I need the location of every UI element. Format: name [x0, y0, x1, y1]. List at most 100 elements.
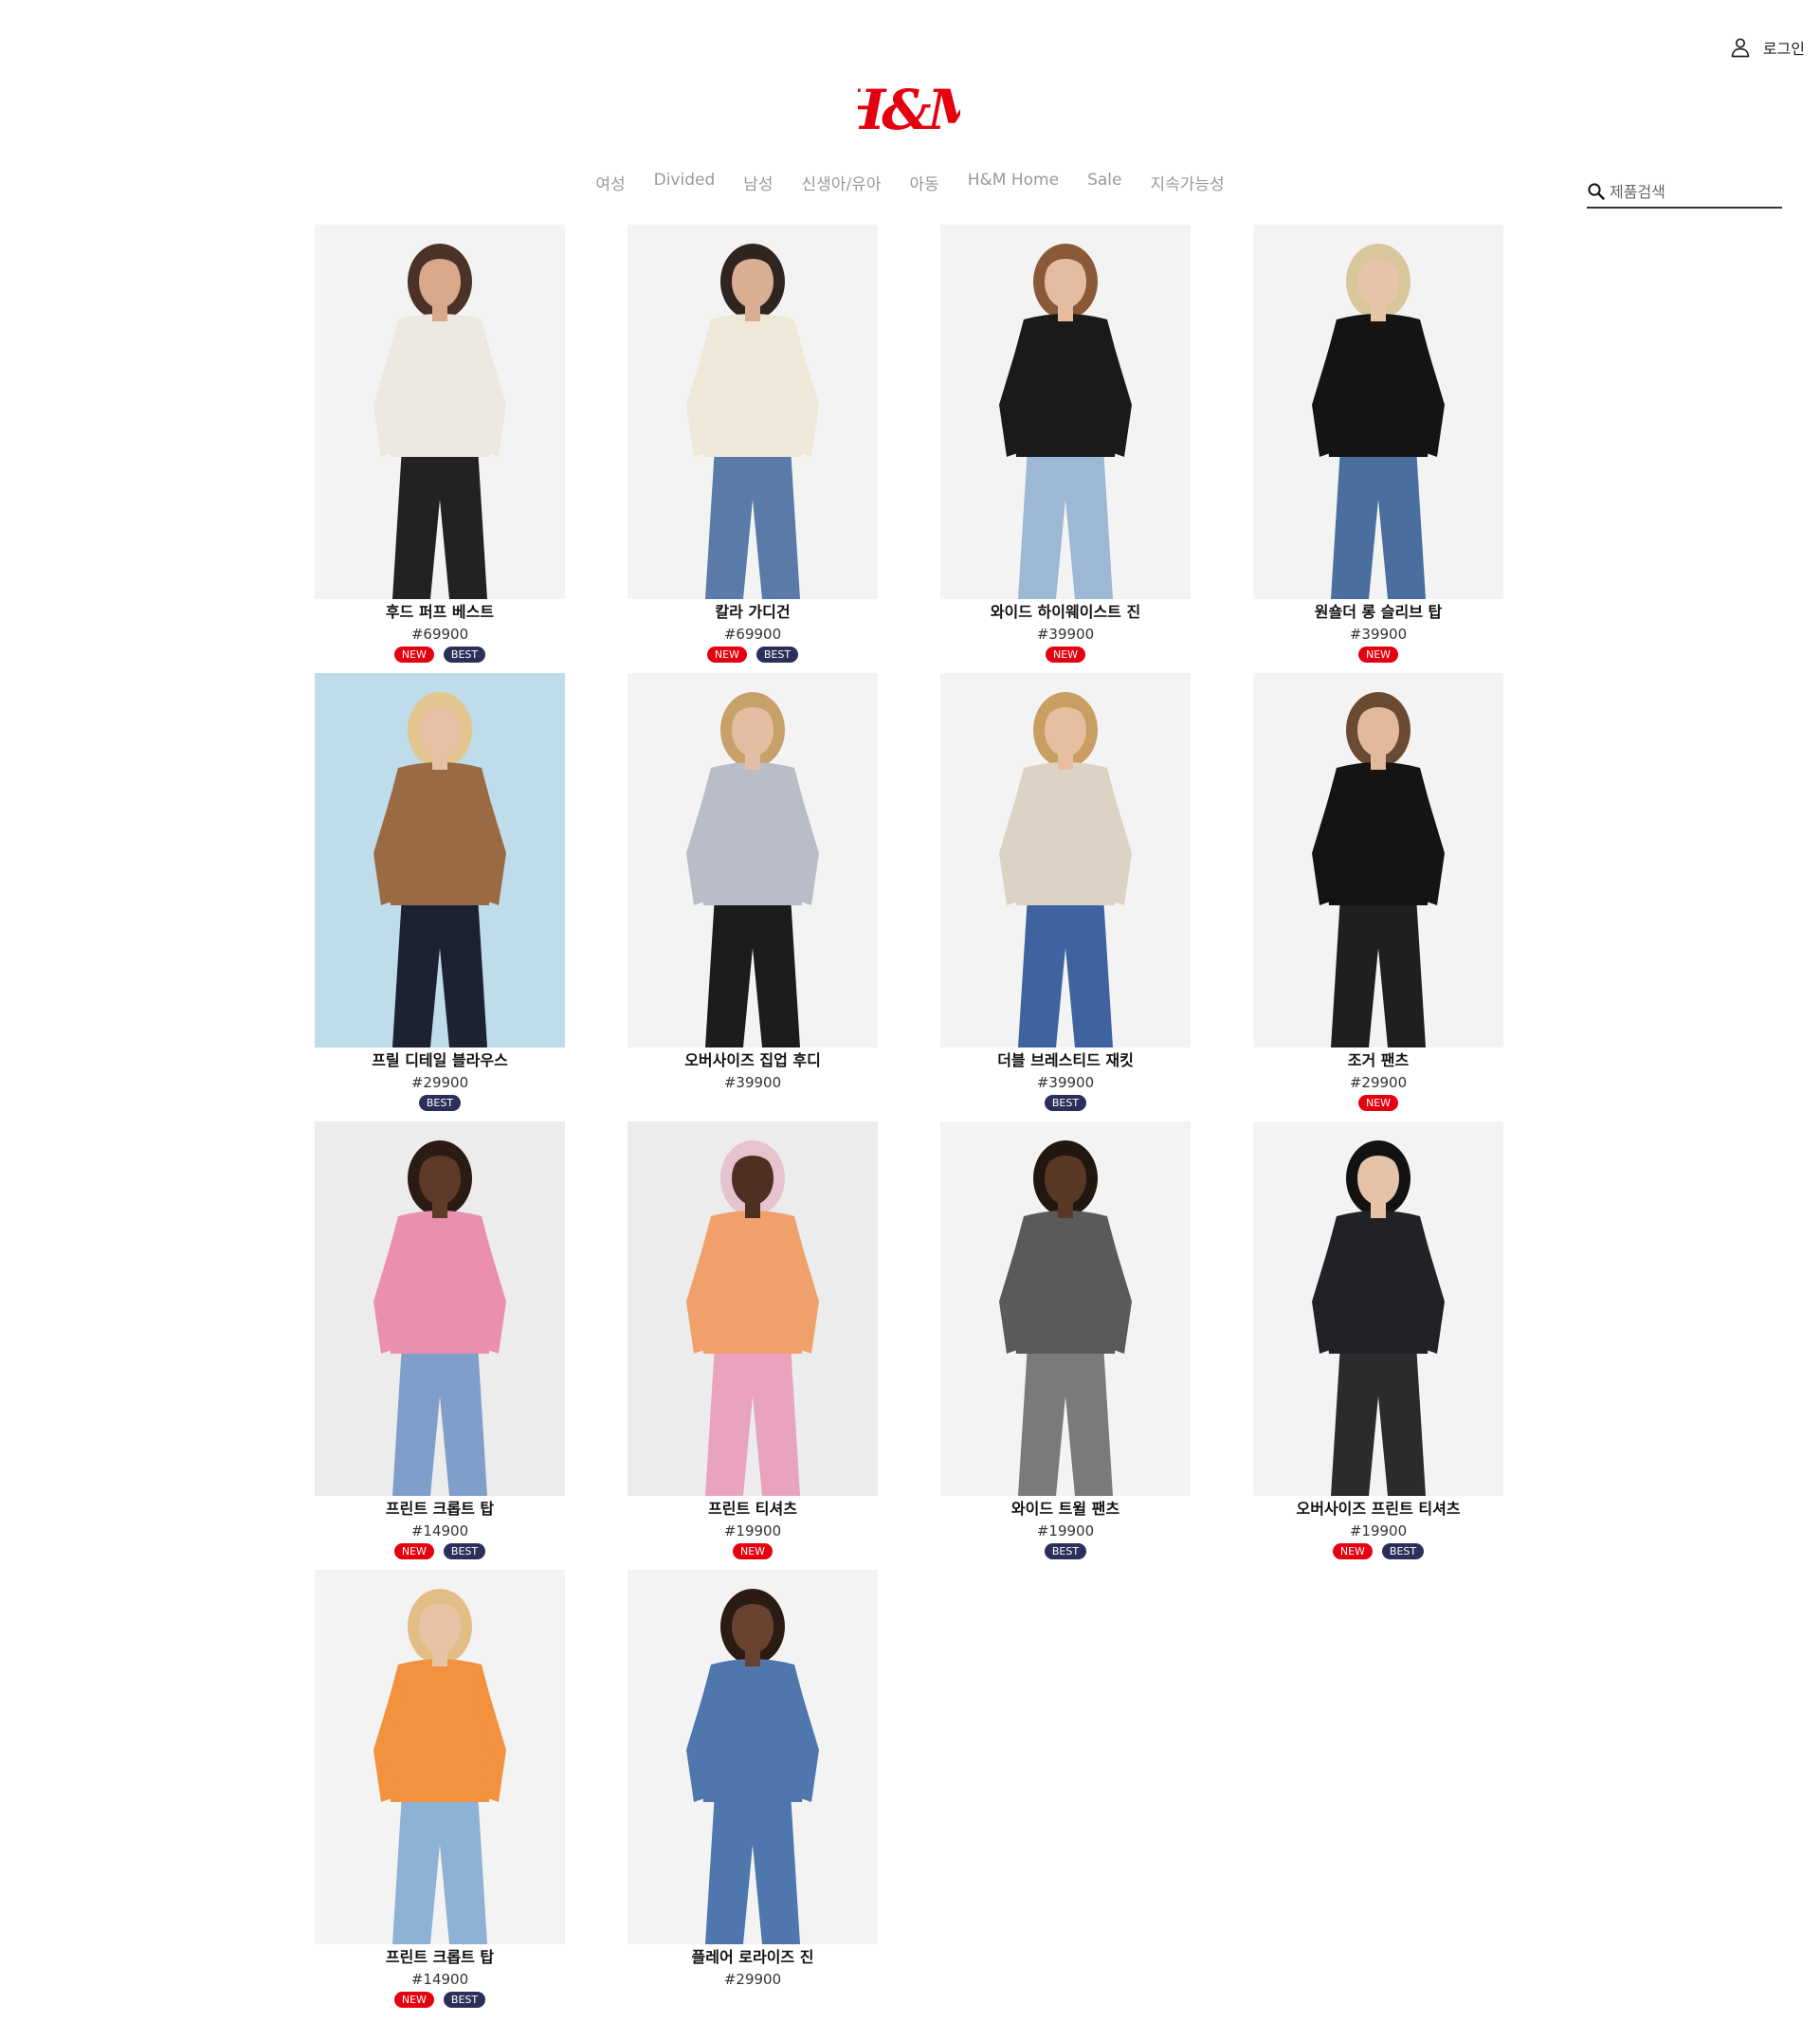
product-price: #69900 — [410, 626, 469, 643]
product-name[interactable]: 와이드 트윌 팬츠 — [1011, 1498, 1119, 1521]
product-price: #29900 — [410, 1074, 469, 1091]
product-image[interactable] — [1253, 225, 1503, 599]
product-image[interactable] — [315, 1121, 565, 1496]
model-illustration — [315, 225, 565, 599]
product-price: #39900 — [1036, 1074, 1095, 1091]
product-name[interactable]: 후드 퍼프 베스트 — [386, 601, 494, 624]
product-card[interactable]: 플레어 로라이즈 진 #29900 — [628, 1570, 878, 2009]
product-price: #39900 — [1349, 626, 1408, 643]
search-icon — [1588, 183, 1605, 200]
product-image[interactable] — [315, 673, 565, 1047]
product-name[interactable]: 칼라 가디건 — [715, 601, 790, 624]
product-grid: 후드 퍼프 베스트 #69900 NEW BEST 칼라 가디건 #69900 NEW BES… — [315, 225, 1505, 2009]
nav-item[interactable]: 지속가능성 — [1150, 171, 1224, 194]
model-illustration — [940, 225, 1191, 599]
nav-item[interactable]: 신생아/유아 — [802, 171, 882, 194]
product-card[interactable]: 프린트 티셔츠 #19900 NEW — [628, 1121, 878, 1560]
model-illustration — [1253, 1121, 1503, 1496]
product-name[interactable]: 오버사이즈 프린트 티셔츠 — [1296, 1498, 1460, 1521]
best-badge: BEST — [418, 1095, 462, 1111]
product-price: #69900 — [723, 626, 782, 643]
product-card[interactable]: 원숄더 롱 슬리브 탑 #39900 NEW — [1253, 225, 1503, 664]
product-name[interactable]: 프린트 크롭트 탑 — [386, 1946, 494, 1969]
product-name[interactable]: 조거 팬츠 — [1348, 1049, 1409, 1072]
product-image[interactable] — [628, 673, 878, 1047]
product-image[interactable] — [940, 673, 1191, 1047]
product-card[interactable]: 프린트 크롭트 탑 #14900 NEW BEST — [315, 1121, 565, 1560]
badge-group: BEST — [1044, 1543, 1087, 1560]
best-badge: BEST — [443, 1543, 486, 1559]
user-icon — [1731, 38, 1750, 58]
product-price: #19900 — [1036, 1522, 1095, 1539]
product-name[interactable]: 프린트 크롭트 탑 — [386, 1498, 494, 1521]
best-badge: BEST — [755, 647, 799, 663]
product-card[interactable]: 와이드 트윌 팬츠 #19900 BEST — [940, 1121, 1191, 1560]
badge-group: NEW — [1357, 647, 1399, 664]
best-badge: BEST — [1381, 1543, 1425, 1559]
nav-item[interactable]: 여성 — [595, 171, 625, 194]
model-illustration — [628, 225, 878, 599]
product-card[interactable]: 조거 팬츠 #29900 NEW — [1253, 673, 1503, 1112]
product-image[interactable] — [315, 225, 565, 599]
badge-group: NEW — [732, 1543, 774, 1560]
hm-logo[interactable]: H&M — [858, 76, 960, 144]
nav-item[interactable]: H&M Home — [968, 171, 1059, 194]
product-card[interactable]: 후드 퍼프 베스트 #69900 NEW BEST — [315, 225, 565, 664]
product-card[interactable]: 프릴 디테일 블라우스 #29900 BEST — [315, 673, 565, 1112]
best-badge: BEST — [1044, 1095, 1087, 1111]
product-name[interactable]: 오버사이즈 집업 후디 — [684, 1049, 821, 1072]
product-price: #19900 — [1349, 1522, 1408, 1539]
product-name[interactable]: 플레어 로라이즈 진 — [692, 1946, 814, 1969]
nav-item[interactable]: 아동 — [909, 171, 938, 194]
model-illustration — [628, 673, 878, 1047]
product-card[interactable]: 와이드 하이웨이스트 진 #39900 NEW — [940, 225, 1191, 664]
product-price: #14900 — [410, 1971, 469, 1988]
logo-text: H&M — [858, 78, 960, 142]
badge-group: NEW BEST — [1332, 1543, 1425, 1560]
new-badge: NEW — [393, 1992, 434, 2008]
product-image[interactable] — [1253, 673, 1503, 1047]
nav-item[interactable]: Divided — [654, 171, 716, 194]
best-badge: BEST — [443, 647, 486, 663]
product-image[interactable] — [940, 225, 1191, 599]
search-box[interactable] — [1587, 176, 1782, 209]
login-link[interactable]: 로그인 — [1729, 36, 1805, 59]
model-illustration — [1253, 673, 1503, 1047]
badge-group: NEW — [1045, 647, 1086, 664]
badge-group: NEW — [1357, 1095, 1399, 1112]
model-illustration — [315, 1121, 565, 1496]
product-name[interactable]: 더블 브레스티드 재킷 — [997, 1049, 1134, 1072]
best-badge: BEST — [1044, 1543, 1087, 1559]
product-price: #39900 — [1036, 626, 1095, 643]
product-card[interactable]: 오버사이즈 프린트 티셔츠 #19900 NEW BEST — [1253, 1121, 1503, 1560]
product-name[interactable]: 프린트 티셔츠 — [708, 1498, 797, 1521]
search-input[interactable] — [1610, 182, 1771, 201]
badge-group: NEW BEST — [393, 647, 486, 664]
product-card[interactable]: 더블 브레스티드 재킷 #39900 BEST — [940, 673, 1191, 1112]
nav-item[interactable]: Sale — [1087, 171, 1121, 194]
product-card[interactable]: 오버사이즈 집업 후디 #39900 — [628, 673, 878, 1112]
product-name[interactable]: 원숄더 롱 슬리브 탑 — [1315, 601, 1442, 624]
badge-group: NEW BEST — [393, 1543, 486, 1560]
product-card[interactable]: 칼라 가디건 #69900 NEW BEST — [628, 225, 878, 664]
nav-item[interactable]: 남성 — [743, 171, 773, 194]
product-image[interactable] — [628, 1121, 878, 1496]
product-card[interactable]: 프린트 크롭트 탑 #14900 NEW BEST — [315, 1570, 565, 2009]
new-badge: NEW — [393, 647, 434, 663]
product-price: #39900 — [723, 1074, 782, 1091]
model-illustration — [1253, 225, 1503, 599]
product-price: #29900 — [723, 1971, 782, 1988]
product-image[interactable] — [1253, 1121, 1503, 1496]
product-name[interactable]: 프릴 디테일 블라우스 — [372, 1049, 508, 1072]
model-illustration — [940, 1121, 1191, 1496]
product-name[interactable]: 와이드 하이웨이스트 진 — [991, 601, 1140, 624]
badge-group: BEST — [418, 1095, 462, 1112]
product-image[interactable] — [628, 1570, 878, 1944]
product-image[interactable] — [315, 1570, 565, 1944]
product-price: #19900 — [723, 1522, 782, 1539]
product-image[interactable] — [628, 225, 878, 599]
product-price: #14900 — [410, 1522, 469, 1539]
product-image[interactable] — [940, 1121, 1191, 1496]
new-badge: NEW — [1357, 647, 1399, 663]
best-badge: BEST — [443, 1992, 486, 2008]
